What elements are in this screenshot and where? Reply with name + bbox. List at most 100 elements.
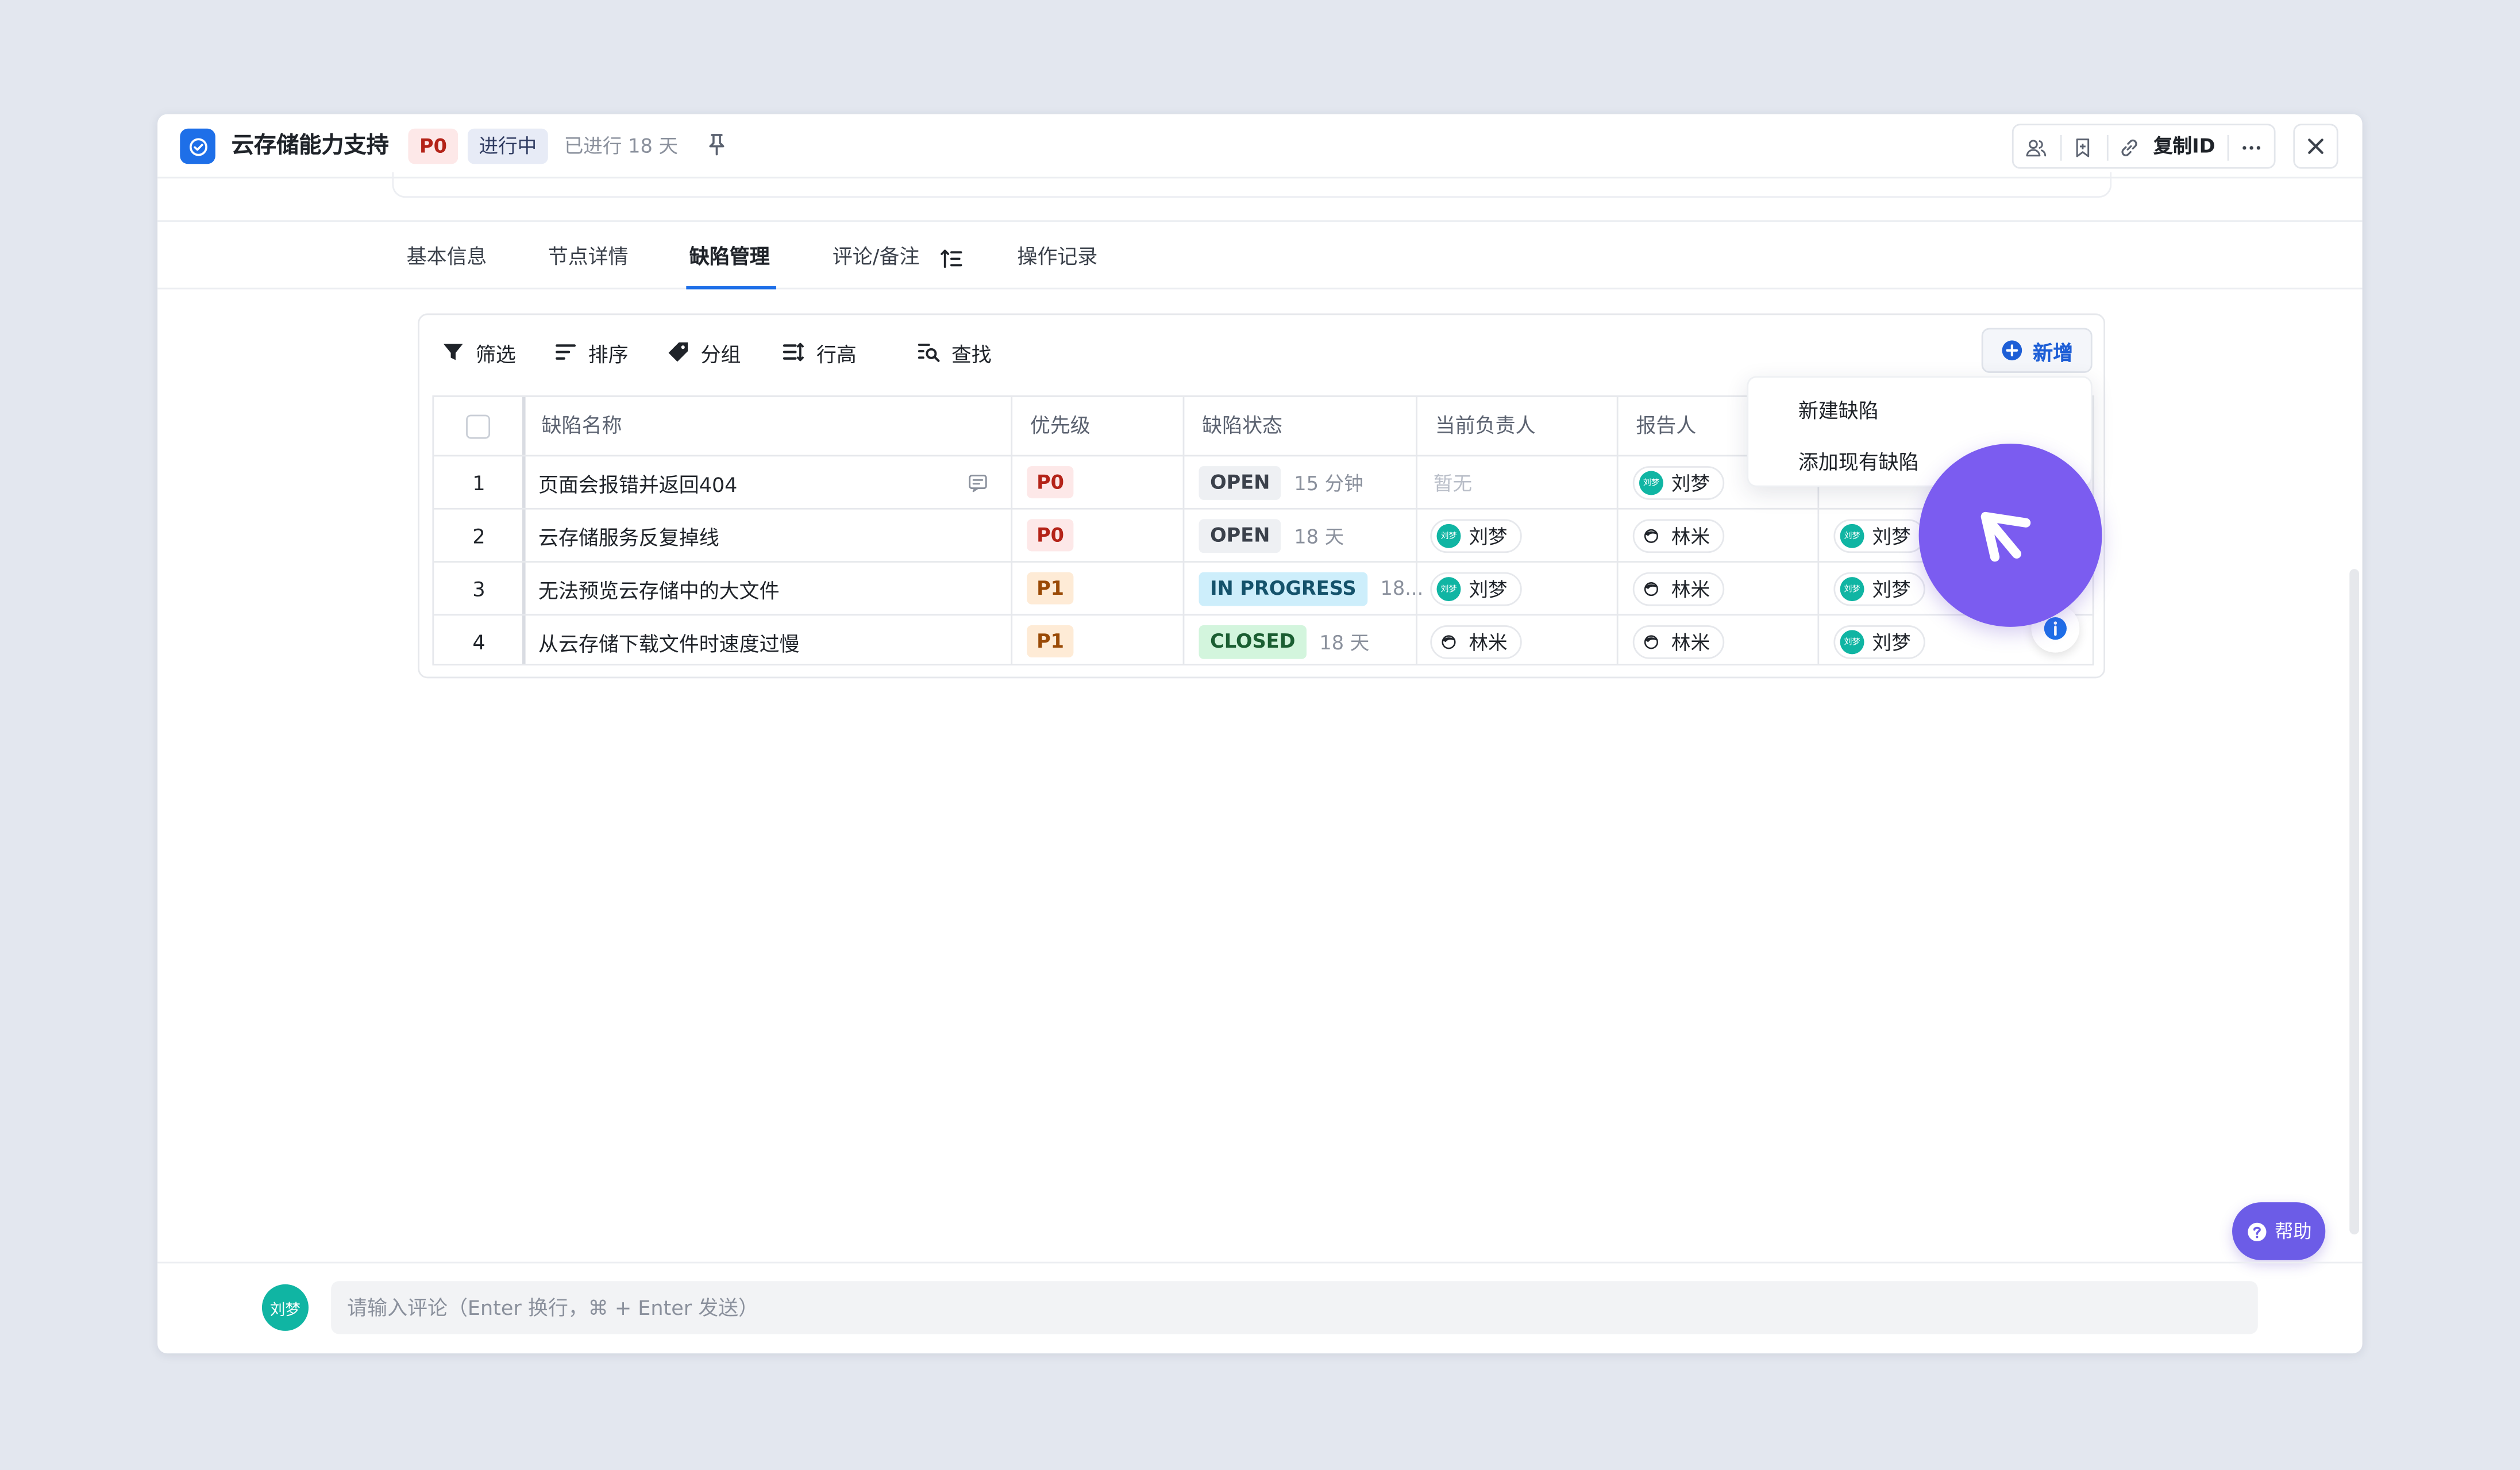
extra-person-name: 刘梦: [1872, 630, 1911, 653]
extra-person-chip[interactable]: 刘梦 刘梦: [1833, 571, 1925, 606]
tab-basic-info[interactable]: 基本信息: [407, 243, 487, 271]
members-icon[interactable]: [2023, 135, 2049, 161]
owner-name: 刘梦: [1469, 525, 1508, 548]
tab-node-details[interactable]: 节点详情: [548, 243, 629, 271]
comment-bar: 刘梦: [157, 1261, 2363, 1353]
filter-icon: [443, 344, 463, 360]
avatar: 刘梦: [1840, 523, 1864, 548]
pin-icon[interactable]: [706, 132, 728, 157]
avatar: 刘梦: [261, 1284, 309, 1331]
link-icon[interactable]: [2117, 135, 2143, 161]
reporter-chip[interactable]: 林米: [1632, 571, 1725, 606]
reporter-chip[interactable]: 林米: [1632, 518, 1725, 552]
defect-name[interactable]: 页面会报错并返回404: [538, 456, 737, 508]
group-button[interactable]: 分组: [667, 337, 741, 366]
sort-icon: [556, 344, 576, 360]
plus-circle-icon: [2002, 340, 2022, 361]
bookmark-icon[interactable]: [2070, 135, 2096, 161]
defect-name[interactable]: 云存储服务反复掉线: [538, 510, 719, 561]
comment-icon[interactable]: [968, 456, 988, 508]
row-height-label: 行高: [816, 341, 857, 366]
menu-item-add-existing-defect[interactable]: 添加现有缺陷: [1798, 445, 1919, 476]
row-height-icon: [783, 343, 804, 361]
extra-person-name: 刘梦: [1872, 578, 1911, 601]
filter-label: 筛选: [475, 341, 516, 366]
tab-operation-log[interactable]: 操作记录: [1018, 243, 1098, 271]
tag-icon: [668, 342, 688, 362]
avatar: 刘梦: [1436, 523, 1461, 548]
avatar: 刘梦: [1840, 576, 1864, 601]
col-header-status[interactable]: 缺陷状态: [1184, 397, 1282, 455]
status-badge: CLOSED: [1199, 624, 1307, 659]
stage: 云存储能力支持 P0 进行中 已进行 18 天 复制ID 基本信息 节点详情 缺…: [0, 0, 2520, 1470]
close-button[interactable]: [2293, 124, 2338, 169]
row-number: 1: [472, 470, 485, 495]
priority-badge: P0: [1027, 466, 1074, 499]
extra-person-chip[interactable]: 刘梦 刘梦: [1833, 624, 1925, 659]
priority-badge: P0: [1027, 519, 1074, 552]
reporter-chip[interactable]: 林米: [1632, 624, 1725, 659]
status-badge: IN PROGRESS: [1199, 571, 1368, 606]
elapsed-time: 已进行 18 天: [564, 134, 679, 158]
toolgroup-divider: [2227, 134, 2229, 161]
filter-button[interactable]: 筛选: [442, 337, 516, 366]
status-duration: 18 天: [1319, 630, 1370, 653]
extra-person-chip[interactable]: 刘梦 刘梦: [1833, 518, 1925, 552]
defect-name[interactable]: 从云存储下载文件时速度过慢: [538, 615, 800, 667]
tab-defect-management[interactable]: 缺陷管理: [689, 243, 770, 271]
reporter-chip[interactable]: 刘梦 刘梦: [1632, 465, 1725, 499]
find-label: 查找: [951, 341, 992, 366]
owner-empty: 暂无: [1433, 471, 1473, 495]
task-title: 云存储能力支持: [231, 133, 389, 159]
col-header-reporter[interactable]: 报告人: [1619, 397, 1696, 455]
reporter-name: 林米: [1671, 525, 1710, 548]
priority-badge: P1: [1027, 572, 1074, 605]
owner-chip[interactable]: 林米: [1430, 624, 1522, 659]
owner-name: 林米: [1469, 630, 1508, 653]
avatar: [1639, 576, 1663, 601]
col-header-name[interactable]: 缺陷名称: [524, 397, 622, 455]
more-icon[interactable]: [2238, 135, 2264, 161]
status-duration: 18...: [1380, 577, 1424, 600]
help-label: 帮助: [2275, 1219, 2312, 1243]
window-header: 云存储能力支持 P0 进行中 已进行 18 天 复制ID: [157, 114, 2363, 179]
reporter-name: 刘梦: [1671, 471, 1710, 495]
owner-chip[interactable]: 刘梦 刘梦: [1430, 571, 1522, 606]
comment-input[interactable]: [331, 1281, 2258, 1334]
row-number: 2: [472, 523, 485, 548]
task-detail-window: 云存储能力支持 P0 进行中 已进行 18 天 复制ID 基本信息 节点详情 缺…: [157, 114, 2363, 1354]
extra-person-name: 刘梦: [1872, 525, 1911, 548]
reporter-name: 林米: [1671, 578, 1710, 601]
header-toolgroup: 复制ID: [2012, 124, 2276, 169]
help-button[interactable]: 帮助: [2232, 1202, 2326, 1260]
col-header-priority[interactable]: 优先级: [1012, 397, 1091, 455]
defect-name[interactable]: 无法预览云存储中的大文件: [538, 563, 780, 614]
select-all-checkbox[interactable]: [466, 414, 491, 439]
table-row[interactable]: 3 无法预览云存储中的大文件 P1 IN PROGRESS 18... 刘梦 刘梦 …: [434, 561, 2093, 614]
find-button[interactable]: 查找: [918, 337, 992, 366]
active-tab-indicator: [686, 286, 776, 290]
sort-order-icon[interactable]: [940, 246, 962, 268]
task-icon: [180, 128, 215, 164]
collapsed-card-edge: [392, 172, 2112, 198]
scrollbar[interactable]: [2349, 569, 2359, 1235]
sort-label: 排序: [588, 341, 629, 366]
avatar: [1436, 629, 1461, 653]
avatar: [1639, 629, 1663, 653]
col-header-owner[interactable]: 当前负责人: [1417, 397, 1536, 455]
table-row[interactable]: 2 云存储服务反复掉线 P0 OPEN 18 天 刘梦 刘梦 林米 刘梦 刘梦: [434, 507, 2093, 561]
sort-button[interactable]: 排序: [554, 337, 629, 366]
status-duration: 15 分钟: [1294, 471, 1363, 495]
tab-comments[interactable]: 评论/备注: [833, 243, 920, 271]
help-icon: [2247, 1222, 2266, 1241]
toolgroup-divider: [2060, 134, 2062, 161]
copy-id-button[interactable]: 复制ID: [2153, 133, 2215, 159]
add-defect-button[interactable]: 新增: [1981, 328, 2093, 373]
table-row[interactable]: 4 从云存储下载文件时速度过慢 P1 CLOSED 18 天 林米 林米 刘梦 刘梦: [434, 614, 2093, 667]
owner-chip[interactable]: 刘梦 刘梦: [1430, 518, 1522, 552]
row-number: 4: [472, 629, 485, 653]
status-badge[interactable]: 进行中: [467, 128, 548, 164]
row-height-button[interactable]: 行高: [783, 337, 857, 366]
menu-item-new-defect[interactable]: 新建缺陷: [1798, 394, 1879, 424]
defect-panel: 筛选 排序 分组 行高 查找 新增 缺陷名称 优先级 缺陷状态 当前负责人 报告…: [418, 313, 2106, 679]
